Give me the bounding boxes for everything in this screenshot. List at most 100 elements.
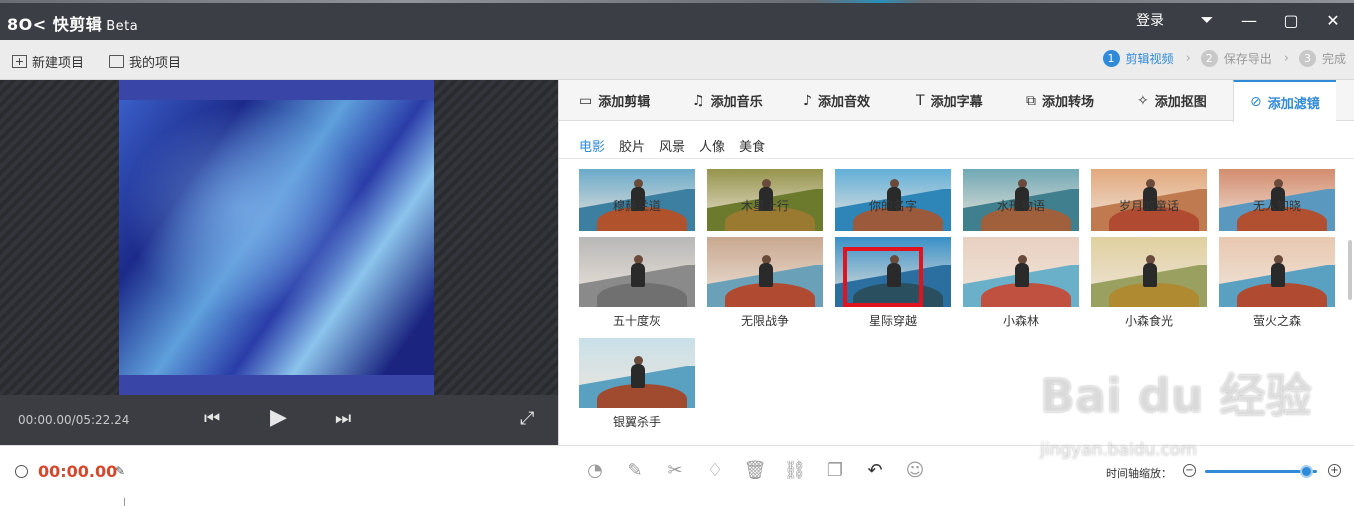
maximize-icon[interactable]: ▢ (1270, 11, 1312, 30)
filter-thumbnail[interactable] (707, 237, 823, 307)
filter-thumbnail[interactable] (579, 237, 695, 307)
scissors-icon[interactable]: ✂ (655, 460, 695, 481)
bell-icon[interactable]: ♢ (695, 460, 735, 481)
music-icon: ♫ (692, 92, 705, 109)
fullscreen-icon[interactable]: ⤢ (520, 408, 534, 429)
tab-label: 添加音效 (817, 95, 870, 110)
video-preview (0, 80, 558, 395)
zoom-slider-knob[interactable] (1300, 465, 1313, 478)
tab-label: 添加音乐 (710, 95, 763, 110)
tab-label: 添加转场 (1042, 95, 1095, 110)
filter-label: 穆赫兰道 (612, 199, 661, 213)
dropdown-menu-icon[interactable]: ⏷ (1186, 10, 1228, 30)
folder-icon (109, 55, 124, 68)
baidu-watermark: Bai du 经验 jingyan.baidu.com (1040, 360, 1312, 460)
progress-steps: 1 剪辑视频 › 2 保存导出 › 3 完成 (1093, 50, 1346, 67)
category-food[interactable]: 美食 (739, 136, 765, 155)
next-icon[interactable]: ⏭ (335, 408, 351, 429)
my-projects-button[interactable]: 我的项目 (109, 52, 181, 71)
step-label: 保存导出 (1223, 52, 1272, 66)
tab-label: 添加抠图 (1154, 95, 1207, 110)
sound-effect-icon: ♪ (803, 92, 812, 109)
speed-icon[interactable]: ◔ (575, 460, 615, 481)
undo-icon[interactable]: ↶ (855, 460, 895, 481)
text-icon: T (916, 92, 925, 109)
category-landscape[interactable]: 风景 (659, 136, 685, 155)
transition-icon: ⧉ (1026, 92, 1036, 109)
unlink-icon[interactable]: ⛓ (775, 460, 815, 481)
filter-label: 萤火之森 (1252, 314, 1301, 328)
zoom-in-icon[interactable]: + (1328, 464, 1341, 477)
filter-thumbnail[interactable] (1219, 237, 1335, 307)
watermark-url: jingyan.baidu.com (1040, 440, 1197, 460)
video-icon: ▭ (579, 92, 593, 109)
trash-icon[interactable]: 🗑 (735, 460, 775, 481)
tab-label: 添加字幕 (930, 95, 983, 110)
zoom-label: 时间轴缩放： (1106, 467, 1172, 480)
category-movie[interactable]: 电影 (579, 136, 605, 155)
video-image (119, 100, 434, 375)
playhead-time: 00:00.00 (38, 462, 118, 481)
app-name: 快剪辑 (52, 15, 103, 34)
plus-square-icon: + (12, 55, 27, 68)
step-label: 完成 (1321, 52, 1346, 66)
filter-label: 五十度灰 (612, 314, 661, 328)
tab-label: 添加剪辑 (598, 95, 651, 110)
new-project-button[interactable]: + 新建项目 (12, 52, 84, 71)
filter-label: 木星上行 (740, 199, 789, 213)
close-icon[interactable]: ✕ (1312, 11, 1354, 30)
filter-label: 银翼杀手 (612, 415, 661, 429)
tab-add-subtitle[interactable]: T 添加字幕 (916, 80, 983, 121)
filter-icon: ⊘ (1250, 94, 1262, 110)
zoom-out-icon[interactable]: − (1183, 464, 1196, 477)
watermark-brand: Bai du 经验 (1040, 369, 1312, 423)
filter-thumbnail[interactable] (963, 237, 1079, 307)
video-frame (119, 80, 434, 395)
filter-label: 岁月的童话 (1118, 199, 1179, 213)
filter-categories: 电影 胶片 风景 人像 美食 (579, 136, 779, 155)
chevron-right-icon: › (1283, 51, 1289, 66)
edit-pencil-icon[interactable]: ✎ (615, 460, 655, 481)
minimize-icon[interactable]: — (1228, 11, 1270, 30)
step-number: 1 (1102, 50, 1120, 67)
copy-icon[interactable]: ❐ (815, 460, 855, 481)
logo-mark: 8O< (7, 15, 47, 34)
player-timecode: 00:00.00/05:22.24 (18, 413, 130, 427)
smiley-icon[interactable]: ☺ (895, 460, 935, 481)
chevron-right-icon: › (1185, 51, 1191, 66)
filter-label: 水形物语 (996, 199, 1045, 213)
tab-add-music[interactable]: ♫ 添加音乐 (692, 80, 763, 121)
filter-label: 星际穿越 (868, 314, 917, 328)
app-beta: Beta (106, 19, 139, 34)
edit-time-icon[interactable]: ✎ (115, 464, 125, 478)
project-toolbar: + 新建项目 我的项目 1 剪辑视频 › 2 保存导出 › 3 完成 (0, 40, 1354, 80)
step-edit[interactable]: 1 剪辑视频 (1102, 50, 1174, 67)
step-number: 2 (1200, 50, 1218, 67)
play-icon[interactable]: ▶ (270, 405, 287, 430)
tab-add-filter[interactable]: ⊘ 添加滤镜 (1233, 80, 1336, 122)
new-project-label: 新建项目 (32, 56, 85, 71)
step-label: 剪辑视频 (1125, 52, 1174, 66)
step-done[interactable]: 3 完成 (1298, 50, 1346, 67)
previous-icon[interactable]: ⏮ (204, 408, 220, 429)
tab-add-transition[interactable]: ⧉ 添加转场 (1026, 80, 1094, 121)
step-export[interactable]: 2 保存导出 (1200, 50, 1272, 67)
tab-add-clip[interactable]: ▭ 添加剪辑 (579, 80, 650, 121)
filter-thumbnail[interactable] (1091, 237, 1207, 307)
category-portrait[interactable]: 人像 (699, 136, 725, 155)
filter-label: 小森林 (1002, 314, 1039, 328)
scrollbar[interactable] (1348, 240, 1352, 300)
login-button[interactable]: 登录 (1136, 10, 1164, 30)
cutout-icon: ✧ (1137, 92, 1149, 109)
category-film[interactable]: 胶片 (619, 136, 645, 155)
filter-label: 小森食光 (1124, 314, 1173, 328)
filter-thumbnail[interactable] (579, 338, 695, 408)
tab-add-cutout[interactable]: ✧ 添加抠图 (1137, 80, 1207, 121)
clock-icon (15, 465, 28, 478)
filter-label: 你的名字 (868, 199, 917, 213)
step-number: 3 (1298, 50, 1316, 67)
player-controls: 00:00.00/05:22.24 ⏮ ▶ ⏭ ⤢ (0, 395, 558, 445)
my-projects-label: 我的项目 (129, 56, 182, 71)
filter-label: 无限战争 (740, 314, 789, 328)
tab-add-sound[interactable]: ♪ 添加音效 (803, 80, 870, 121)
